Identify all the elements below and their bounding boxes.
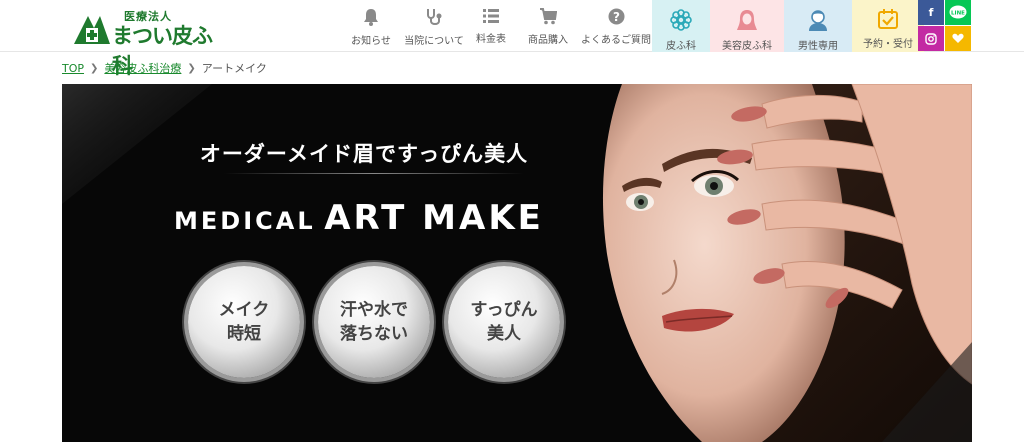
nav-news[interactable]: お知らせ	[340, 0, 402, 52]
clinic-logo-icon	[74, 16, 110, 44]
nav-shop[interactable]: 商品購入	[516, 0, 580, 52]
instagram-icon	[925, 32, 937, 45]
subtitle-divider	[224, 173, 524, 174]
hero-banner: オーダーメイド眉ですっぴん美人 MEDICAL ART MAKE メイク 時短 …	[62, 84, 972, 442]
nav-label: 皮ふ科	[666, 41, 696, 52]
favorite-button[interactable]	[945, 26, 971, 51]
breadcrumb-current: アートメイク	[201, 62, 267, 75]
nav-label: 商品購入	[528, 35, 568, 46]
nav-men[interactable]: 男性専用	[784, 0, 852, 52]
man-icon	[809, 10, 827, 31]
facebook-icon: f	[928, 6, 934, 19]
list-icon	[483, 9, 499, 23]
woman-icon	[737, 10, 757, 30]
nav-price[interactable]: 料金表	[466, 0, 516, 52]
nav-label: 料金表	[476, 34, 506, 45]
calendar-check-icon	[878, 9, 898, 29]
feature-badge: 汗や水で 落ちない	[318, 266, 430, 378]
badge-text: すっぴん 美人	[470, 300, 538, 344]
breadcrumb: TOP ❯ 美容皮ふ科治療 ❯ アートメイク	[62, 58, 267, 78]
feature-badge: すっぴん 美人	[448, 266, 560, 378]
hero-title-small: MEDICAL	[174, 207, 316, 235]
nav-label: お知らせ	[351, 36, 391, 47]
nav-faq[interactable]: ? よくあるご質問	[580, 0, 652, 52]
nav-about[interactable]: 当院について	[402, 0, 466, 52]
badge-text: 汗や水で 落ちない	[340, 300, 408, 344]
site-header: 医療法人 まつい皮ふ科 お知らせ 当院について 料金表 商品購入 ? よくあるご…	[0, 0, 1024, 78]
nav-reservation[interactable]: 予約・受付	[852, 0, 924, 52]
site-logo[interactable]: 医療法人 まつい皮ふ科	[68, 6, 228, 78]
bell-icon	[364, 9, 378, 26]
instagram-button[interactable]	[918, 26, 944, 51]
breadcrumb-top-link[interactable]: TOP	[62, 62, 84, 75]
nav-label: 予約・受付	[863, 39, 913, 50]
nav-dermatology[interactable]: 皮ふ科	[652, 0, 710, 52]
chevron-right-icon: ❯	[90, 62, 99, 74]
svg-text:LINE: LINE	[951, 11, 965, 17]
stethoscope-icon	[427, 9, 442, 25]
line-icon: LINE	[949, 5, 967, 19]
facebook-button[interactable]: f	[918, 0, 944, 25]
flower-icon	[670, 9, 692, 31]
hero-title: MEDICAL ART MAKE	[174, 198, 544, 238]
nav-beauty-dermatology[interactable]: 美容皮ふ科	[710, 0, 784, 52]
question-icon: ?	[608, 8, 624, 25]
svg-text:?: ?	[613, 10, 620, 24]
nav-label: 男性専用	[798, 41, 838, 52]
nav-label: 当院について	[404, 36, 464, 47]
heart-icon	[952, 33, 964, 43]
breadcrumb-parent-link[interactable]: 美容皮ふ科治療	[104, 60, 181, 76]
nav-label: 美容皮ふ科	[722, 41, 772, 52]
hero-title-big: ART MAKE	[324, 198, 544, 238]
line-button[interactable]: LINE	[945, 0, 971, 25]
cart-icon	[540, 8, 557, 25]
feature-badge: メイク 時短	[188, 266, 300, 378]
nav-label: よくあるご質問	[581, 35, 651, 46]
hero-subtitle: オーダーメイド眉ですっぴん美人	[199, 142, 529, 166]
social-links: f LINE	[918, 0, 972, 52]
badge-text: メイク 時短	[218, 300, 270, 344]
chevron-right-icon: ❯	[187, 62, 196, 74]
main-nav: お知らせ 当院について 料金表 商品購入 ? よくあるご質問 皮ふ科 美容皮ふ科…	[340, 0, 924, 52]
